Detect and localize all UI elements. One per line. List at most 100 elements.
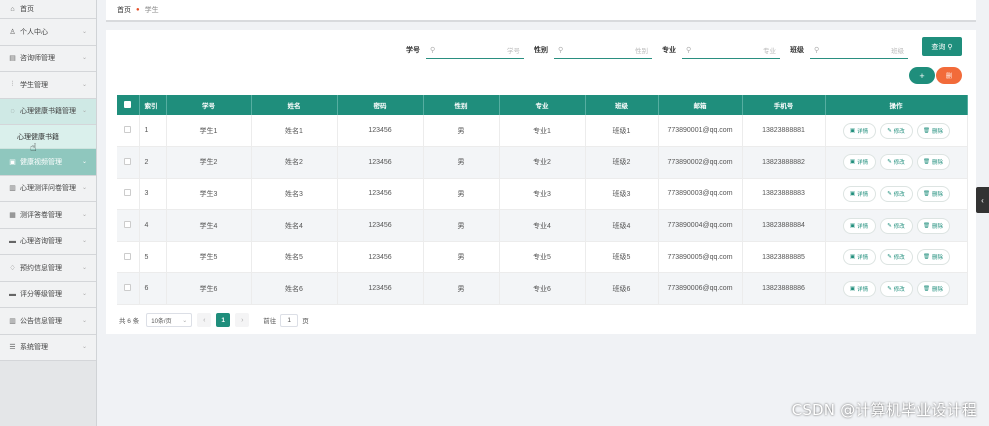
breadcrumb-home[interactable]: 首页 [117, 5, 131, 15]
sidebar-item-label: 公告信息管理 [20, 317, 62, 325]
sidebar-item-2[interactable]: ⫶ 学生管理 ⌄ [0, 72, 96, 99]
row-checkbox[interactable] [117, 146, 140, 179]
prev-page-button[interactable]: ‹ [197, 313, 212, 327]
cell-pwd: 123456 [337, 146, 424, 179]
cell-major: 专业2 [499, 146, 586, 179]
cell-pwd: 123456 [337, 209, 424, 242]
sidebar-item-3[interactable]: ◌ 心理健康书籍管理 ⌄ [0, 98, 96, 125]
row-checkbox[interactable] [117, 241, 140, 274]
filter-input[interactable]: ⚲ 专业 [682, 41, 780, 59]
cell-major: 专业3 [499, 178, 586, 211]
cell-phone: 13823888884 [742, 209, 826, 242]
column-header: 密码 [337, 95, 424, 115]
cell-sex: 男 [423, 115, 500, 148]
page-number-1[interactable]: 1 [216, 313, 231, 327]
row-checkbox[interactable] [117, 272, 140, 306]
page-size-select[interactable]: 10条/页 ⌄ [146, 313, 193, 327]
delete-button[interactable]: 🗑 删除 [916, 217, 950, 234]
filter-input[interactable]: ⚲ 班级 [810, 41, 908, 59]
edit-button[interactable]: ✎ 修改 [879, 185, 913, 202]
edit-label: 修改 [893, 160, 905, 167]
filter-label: 专业 [662, 47, 676, 54]
chevron-down-icon: ⌄ [81, 291, 87, 298]
edit-button[interactable]: ✎ 修改 [879, 249, 913, 266]
detail-label: 详情 [857, 128, 869, 135]
column-header: 姓名 [251, 95, 338, 115]
sidebar-item-10[interactable]: ▥ 公告信息管理 ⌄ [0, 308, 96, 335]
edit-icon: ✎ [887, 222, 892, 229]
edit-button[interactable]: ✎ 修改 [879, 154, 913, 171]
delete-button[interactable]: 🗑 删除 [916, 185, 950, 202]
cell-name: 姓名3 [251, 178, 338, 211]
select-all-checkbox[interactable] [117, 95, 140, 115]
cell-email: 773890004@qq.com [658, 209, 743, 242]
sidebar-subitem-books[interactable]: 心理健康书籍 [0, 125, 96, 149]
sidebar-item-4[interactable]: ▣ 健康视频管理 ⌄ [0, 149, 96, 176]
page-size-value: 10条/页 [151, 318, 172, 325]
sidebar-item-8[interactable]: ♢ 预约信息管理 ⌄ [0, 255, 96, 282]
sidebar-item-home[interactable]: ⌂ 首页 [0, 0, 96, 19]
column-header: 班级 [585, 95, 659, 115]
collapse-panel-tab[interactable]: ‹ [976, 187, 989, 213]
chevron-down-icon: ⌄ [81, 81, 87, 88]
query-button[interactable]: 查询 ⚲ [922, 37, 962, 56]
sidebar-item-1[interactable]: ▤ 咨询师管理 ⌄ [0, 45, 96, 72]
sidebar-item-0[interactable]: ♙ 个人中心 ⌄ [0, 19, 96, 46]
row-checkbox[interactable] [117, 209, 140, 242]
next-page-button[interactable]: › [235, 313, 250, 327]
doc-icon: ▥ [9, 185, 16, 193]
cell-cls: 班级1 [585, 115, 659, 148]
edit-button[interactable]: ✎ 修改 [879, 122, 913, 139]
delete-button[interactable]: 🗑 删除 [916, 154, 950, 171]
sidebar-item-label: 健康视频管理 [20, 158, 62, 166]
detail-button[interactable]: ▣ 详情 [842, 217, 876, 234]
sidebar-item-label: 咨询师管理 [20, 55, 55, 63]
delete-button[interactable]: 🗑 删除 [916, 280, 950, 297]
table-header-row: 索引 学号 姓名 密码 性别 专业 班级 邮箱 手机号 操作 [117, 95, 968, 115]
grid-icon: ▦ [9, 211, 16, 219]
detail-button[interactable]: ▣ 详情 [842, 280, 876, 297]
column-header: 索引 [139, 95, 167, 115]
column-header: 专业 [499, 95, 586, 115]
goto-label: 前往 [263, 318, 277, 325]
row-actions: ▣ 详情 ✎ 修改 🗑 删除 [825, 178, 968, 211]
filter-input[interactable]: ⚲ 性别 [554, 41, 652, 59]
sidebar-item-9[interactable]: ▬ 评分等级管理 ⌄ [0, 281, 96, 308]
delete-button[interactable]: 🗑 删除 [916, 122, 950, 139]
goto-page-input[interactable]: 1 [280, 313, 299, 327]
chevron-down-icon: ⌄ [182, 317, 188, 324]
edit-icon: ✎ [887, 127, 892, 134]
add-button[interactable]: + [909, 67, 935, 84]
detail-button[interactable]: ▣ 详情 [842, 154, 876, 171]
filter-input[interactable]: ⚲ 学号 [426, 41, 524, 59]
total-count: 共 6 条 [119, 318, 140, 325]
cell-phone: 13823888882 [742, 146, 826, 179]
breadcrumb: 首页 ● 学生 [106, 0, 976, 22]
sidebar-item-label: 学生管理 [20, 81, 48, 89]
sidebar-item-6[interactable]: ▦ 测评答卷管理 ⌄ [0, 202, 96, 229]
edit-button[interactable]: ✎ 修改 [879, 280, 913, 297]
search-icon: ⚲ [947, 43, 953, 51]
row-checkbox[interactable] [117, 178, 140, 211]
row-checkbox[interactable] [117, 115, 140, 148]
detail-button[interactable]: ▣ 详情 [842, 185, 876, 202]
trash-icon: 🗑 [923, 254, 930, 261]
content-card: 学号 ⚲ 学号 性别 ⚲ 性别 专业 ⚲ 专业 班级 ⚲ 班级 查询 ⚲ + 删 索引 学号 姓名 密码 性别… [106, 30, 976, 334]
bell-icon: ♢ [9, 264, 16, 272]
sidebar-item-7[interactable]: ▬ 心理咨询管理 ⌄ [0, 228, 96, 255]
row-actions: ▣ 详情 ✎ 修改 🗑 删除 [825, 272, 968, 306]
edit-icon: ✎ [887, 159, 892, 166]
edit-button[interactable]: ✎ 修改 [879, 217, 913, 234]
detail-button[interactable]: ▣ 详情 [842, 122, 876, 139]
detail-label: 详情 [857, 223, 869, 230]
chevron-down-icon: ⌄ [81, 55, 87, 62]
cell-pwd: 123456 [337, 272, 424, 306]
detail-button[interactable]: ▣ 详情 [842, 249, 876, 266]
delete-button[interactable]: 🗑 删除 [916, 249, 950, 266]
sidebar-item-11[interactable]: ☰ 系统管理 ⌄ [0, 334, 96, 361]
notice-icon: ▥ [9, 317, 16, 325]
sidebar-item-5[interactable]: ▥ 心理测评问卷管理 ⌄ [0, 175, 96, 202]
cell-sex: 男 [423, 209, 500, 242]
batch-delete-button[interactable]: 删 [936, 67, 962, 84]
detail-label: 详情 [857, 255, 869, 262]
